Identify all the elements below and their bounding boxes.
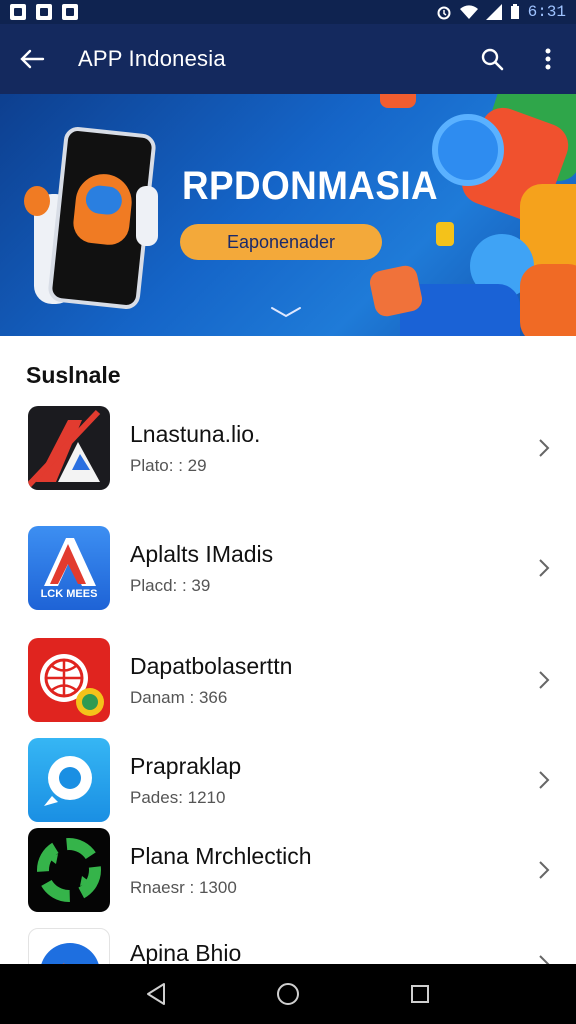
- app-name: Prapraklap: [130, 752, 242, 779]
- app-name: Dapatbolaserttn: [130, 652, 293, 679]
- hand-decoration: [136, 186, 158, 246]
- more-vert-icon: [545, 48, 551, 70]
- app-icon: [28, 738, 110, 822]
- app-tile-decoration: [380, 94, 416, 108]
- search-icon: [481, 48, 504, 71]
- system-nav-bar: [0, 964, 576, 1024]
- app-meta: Placd: : 39: [130, 575, 211, 595]
- app-icon: [28, 406, 110, 490]
- list-item[interactable]: Prapraklap Pades: 1210: [0, 730, 576, 830]
- app-meta: Rnaesr : 1300: [130, 877, 237, 897]
- chevron-right-icon: [539, 955, 550, 964]
- arrow-back-icon: [20, 49, 45, 69]
- alarm-icon: [437, 6, 451, 20]
- back-button[interactable]: [0, 24, 64, 94]
- app-name: Lnastuna.lio.: [130, 420, 261, 447]
- carrot-decoration: [24, 186, 50, 216]
- battery-icon: [510, 4, 519, 19]
- notification-icon: [10, 4, 26, 20]
- app-icon: LCK MEES: [28, 526, 110, 610]
- app-bar: APP Indonesia: [0, 24, 576, 94]
- page-title: APP Indonesia: [78, 46, 226, 71]
- list-item[interactable]: Lnastuna.lio. Plato: : 29: [0, 398, 576, 498]
- nav-recents-button[interactable]: [400, 974, 440, 1014]
- app-meta: Pades: 1210: [130, 787, 226, 807]
- list-item[interactable]: Plana Mrchlectich Rnaesr : 1300: [0, 820, 576, 920]
- notification-icons: [10, 4, 78, 20]
- back-triangle-icon: [147, 983, 165, 1005]
- app-tile-decoration: [432, 114, 504, 186]
- app-tile-decoration: [436, 222, 454, 246]
- app-meta: Plato: : 29: [130, 455, 207, 475]
- chevron-down-icon[interactable]: [270, 304, 302, 318]
- status-bar: 6:31: [0, 0, 576, 24]
- nav-home-button[interactable]: [268, 974, 308, 1014]
- chevron-right-icon: [539, 671, 550, 689]
- image-notification-icon: [62, 4, 78, 20]
- notification-icon: [36, 4, 52, 20]
- chevron-right-icon: [539, 771, 550, 789]
- list-item[interactable]: LCK MEES Aplalts IMadis Placd: : 39: [0, 518, 576, 618]
- chevron-right-icon: [539, 439, 550, 457]
- status-time: 6:31: [527, 3, 566, 21]
- banner-title: RPDONMASIA: [182, 164, 439, 208]
- app-icon: [28, 928, 110, 964]
- recents-square-icon: [411, 985, 429, 1003]
- promo-banner[interactable]: RPDONMASIA Eaponenader: [0, 94, 576, 336]
- app-icon: [28, 828, 110, 912]
- home-circle-icon: [277, 983, 299, 1005]
- app-icon-caption: LCK MEES: [40, 588, 98, 600]
- nav-back-button[interactable]: [136, 974, 176, 1014]
- app-name: Aplalts IMadis: [130, 540, 274, 567]
- overflow-menu-button[interactable]: [520, 24, 576, 94]
- app-tile-decoration: [520, 264, 576, 336]
- section-title: Suslnale: [26, 362, 121, 388]
- list-item[interactable]: Apina Bhio: [0, 920, 576, 964]
- search-button[interactable]: [464, 24, 520, 94]
- app-meta: Danam : 366: [130, 687, 228, 707]
- banner-cta-button[interactable]: Eaponenader: [180, 224, 382, 260]
- app-name: Apina Bhio: [130, 940, 242, 964]
- banner-cta-label: Eaponenader: [226, 231, 336, 252]
- list-item[interactable]: Dapatbolaserttn Danam : 366: [0, 630, 576, 730]
- wifi-icon: [459, 5, 478, 19]
- chevron-right-icon: [539, 861, 550, 879]
- signal-icon: [485, 4, 502, 20]
- app-icon: [28, 638, 110, 722]
- chevron-right-icon: [539, 559, 550, 577]
- app-name: Plana Mrchlectich: [130, 842, 312, 869]
